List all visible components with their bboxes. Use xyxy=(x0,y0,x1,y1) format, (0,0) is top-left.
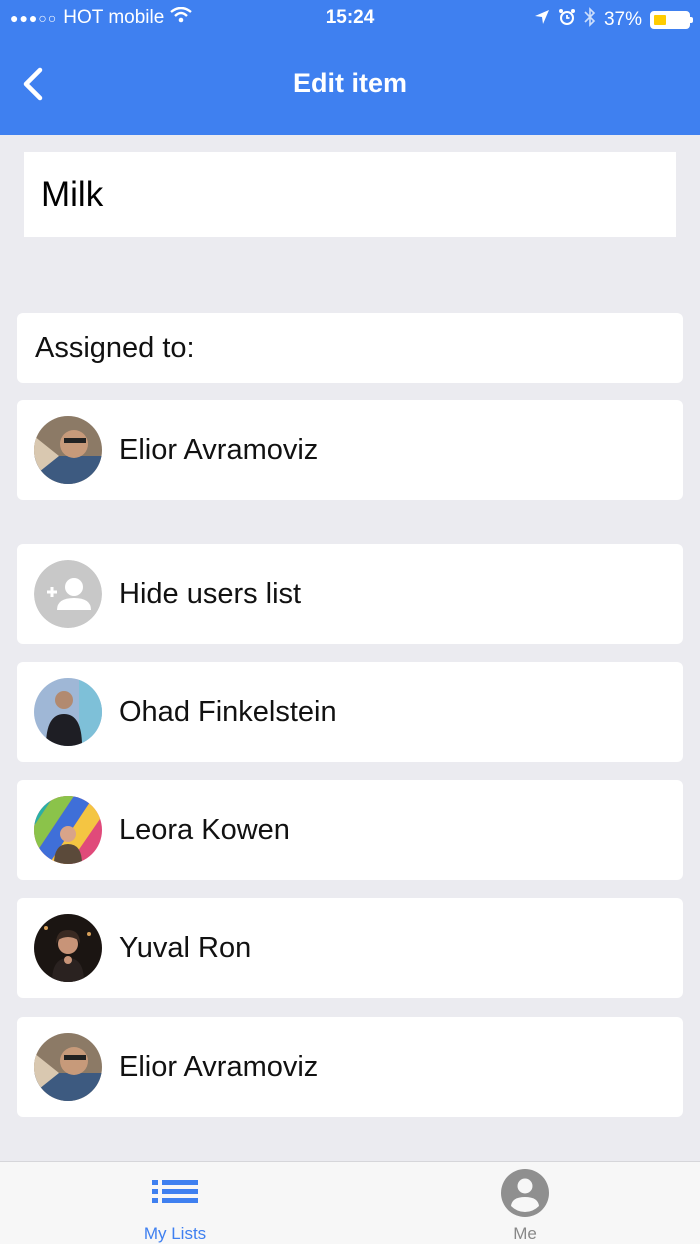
user-name: Elior Avramoviz xyxy=(119,433,319,466)
list-icon xyxy=(152,1180,198,1203)
tab-bar: My Lists Me xyxy=(0,1161,700,1244)
battery-level xyxy=(654,15,666,25)
avatar xyxy=(34,914,102,982)
avatar xyxy=(34,796,102,864)
user-row-ohad[interactable]: Ohad Finkelstein xyxy=(17,662,683,762)
tab-my-lists[interactable]: My Lists xyxy=(0,1162,350,1244)
battery-icon xyxy=(650,11,693,29)
item-name-input[interactable] xyxy=(24,152,676,237)
user-name: Leora Kowen xyxy=(119,813,290,846)
location-arrow-icon xyxy=(534,9,550,31)
hide-users-list-label: Hide users list xyxy=(119,577,302,610)
user-row-leora[interactable]: Leora Kowen xyxy=(17,780,683,880)
user-row-elior[interactable]: Elior Avramoviz xyxy=(17,1017,683,1117)
add-user-icon xyxy=(34,560,102,628)
account-icon xyxy=(501,1169,549,1217)
avatar xyxy=(34,416,102,484)
tab-label: My Lists xyxy=(143,1224,207,1243)
tab-me[interactable]: Me xyxy=(350,1162,700,1244)
battery-percent: 37% xyxy=(603,9,642,30)
bluetooth-icon xyxy=(584,7,596,33)
status-bar: ●●●○○ HOT mobile 15:24 37% xyxy=(0,0,700,36)
page-title: Edit item xyxy=(292,68,407,98)
alarm-icon xyxy=(558,8,576,32)
user-row-yuval[interactable]: Yuval Ron xyxy=(17,898,683,998)
assigned-label: Assigned to: xyxy=(35,331,195,364)
hide-users-list-button[interactable]: Hide users list xyxy=(17,544,683,644)
assigned-header: Assigned to: xyxy=(17,313,683,383)
user-name: Elior Avramoviz xyxy=(119,1050,319,1083)
user-name: Yuval Ron xyxy=(119,931,252,964)
status-right: 37% xyxy=(534,7,693,33)
avatar xyxy=(34,1033,102,1101)
assigned-user-row[interactable]: Elior Avramoviz xyxy=(17,400,683,500)
tab-label: Me xyxy=(513,1224,537,1243)
user-name: Ohad Finkelstein xyxy=(119,695,337,728)
avatar xyxy=(34,678,102,746)
nav-header: ●●●○○ HOT mobile 15:24 37% Edit item xyxy=(0,0,700,135)
